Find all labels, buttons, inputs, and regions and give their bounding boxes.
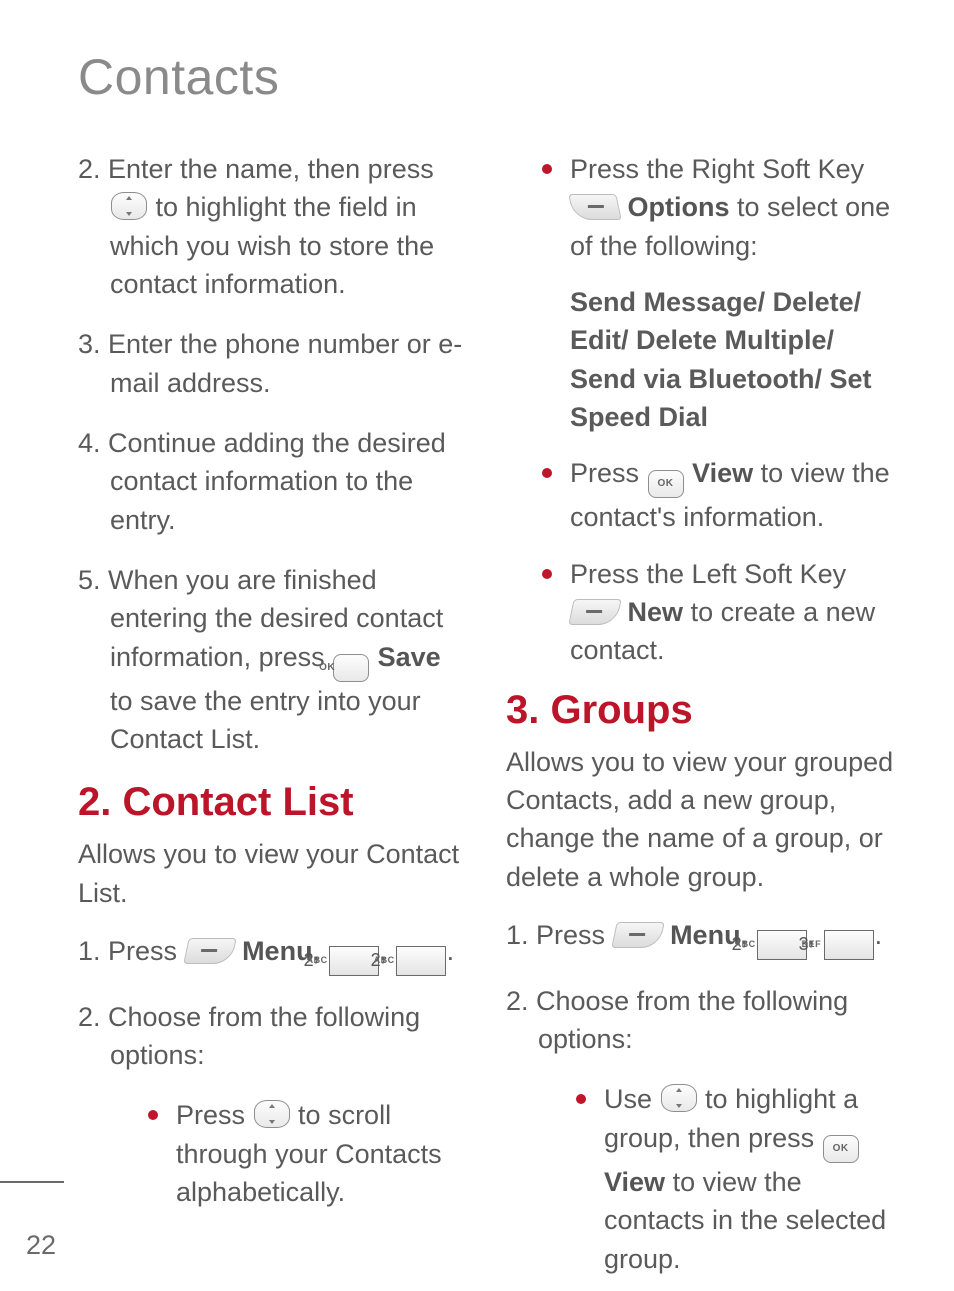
bullet-new: Press the Left Soft Key New to create a …	[542, 555, 894, 670]
text: to highlight the field in which you wish…	[110, 192, 434, 299]
right-softkey-icon	[568, 194, 622, 220]
step-2: 2. Enter the name, then press to highlig…	[78, 150, 466, 303]
text: 1. Press	[78, 936, 185, 966]
text: Use	[604, 1084, 660, 1114]
section-contact-list: 2. Contact List	[78, 780, 466, 825]
ok-key-icon: OK	[333, 654, 369, 682]
options-list: Send Message/ Delete/ Edit/ Delete Multi…	[570, 283, 894, 436]
text: 2. Enter the name, then press	[78, 154, 434, 184]
g-step-2: 2. Choose from the following options:	[506, 982, 894, 1059]
bullet-options: Press the Right Soft Key Options to sele…	[542, 150, 894, 265]
footer-rule	[0, 1181, 64, 1183]
text: Press the Left Soft Key	[570, 559, 846, 589]
text: Press	[176, 1100, 253, 1130]
text: Press the Right Soft Key	[570, 154, 864, 184]
page-title: Contacts	[78, 48, 894, 106]
options-label: Options	[628, 192, 730, 222]
view-label: View	[692, 458, 753, 488]
ok-key-icon: OK	[648, 470, 684, 498]
nav-key-icon	[661, 1084, 697, 1112]
content-columns: 2. Enter the name, then press to highlig…	[78, 150, 894, 1278]
key-3-icon: 3DEF	[824, 930, 874, 960]
view-label: View	[604, 1167, 665, 1197]
left-softkey-icon	[183, 938, 237, 964]
period: .	[875, 920, 883, 950]
period: .	[447, 936, 455, 966]
ok-key-icon: OK	[823, 1135, 859, 1163]
step-3: 3. Enter the phone number or e-mail addr…	[78, 325, 466, 402]
manual-page: Contacts 2. Enter the name, then press t…	[0, 0, 954, 1291]
section-groups: 3. Groups	[506, 688, 894, 733]
cl-bullet-scroll: Press to scroll through your Contacts al…	[148, 1096, 466, 1211]
menu-label: Menu	[242, 936, 313, 966]
new-label: New	[628, 597, 684, 627]
step-5: 5. When you are finished entering the de…	[78, 561, 466, 758]
text: 1. Press	[506, 920, 613, 950]
left-softkey-icon	[611, 922, 665, 948]
save-label: Save	[378, 642, 441, 672]
page-number: 22	[26, 1230, 56, 1261]
left-softkey-icon	[568, 599, 622, 625]
g-bullet-view: Use to highlight a group, then press OK …	[576, 1080, 894, 1277]
step-4: 4. Continue adding the desired contact i…	[78, 424, 466, 539]
nav-key-icon	[111, 192, 147, 220]
key-2-icon: 2ABC	[396, 946, 446, 976]
cl-step-1: 1. Press Menu, 2ABC, 2ABC.	[78, 932, 466, 976]
menu-label: Menu	[670, 920, 741, 950]
nav-key-icon	[254, 1100, 290, 1128]
contact-list-intro: Allows you to view your Contact List.	[78, 835, 466, 912]
bullet-view: Press OK View to view the contact's info…	[542, 454, 894, 536]
text: Press	[570, 458, 647, 488]
cl-step-2: 2. Choose from the following options:	[78, 998, 466, 1075]
text: to save the entry into your Contact List…	[110, 686, 421, 754]
groups-intro: Allows you to view your grouped Contacts…	[506, 743, 894, 896]
g-step-1: 1. Press Menu, 2ABC, 3DEF.	[506, 916, 894, 960]
